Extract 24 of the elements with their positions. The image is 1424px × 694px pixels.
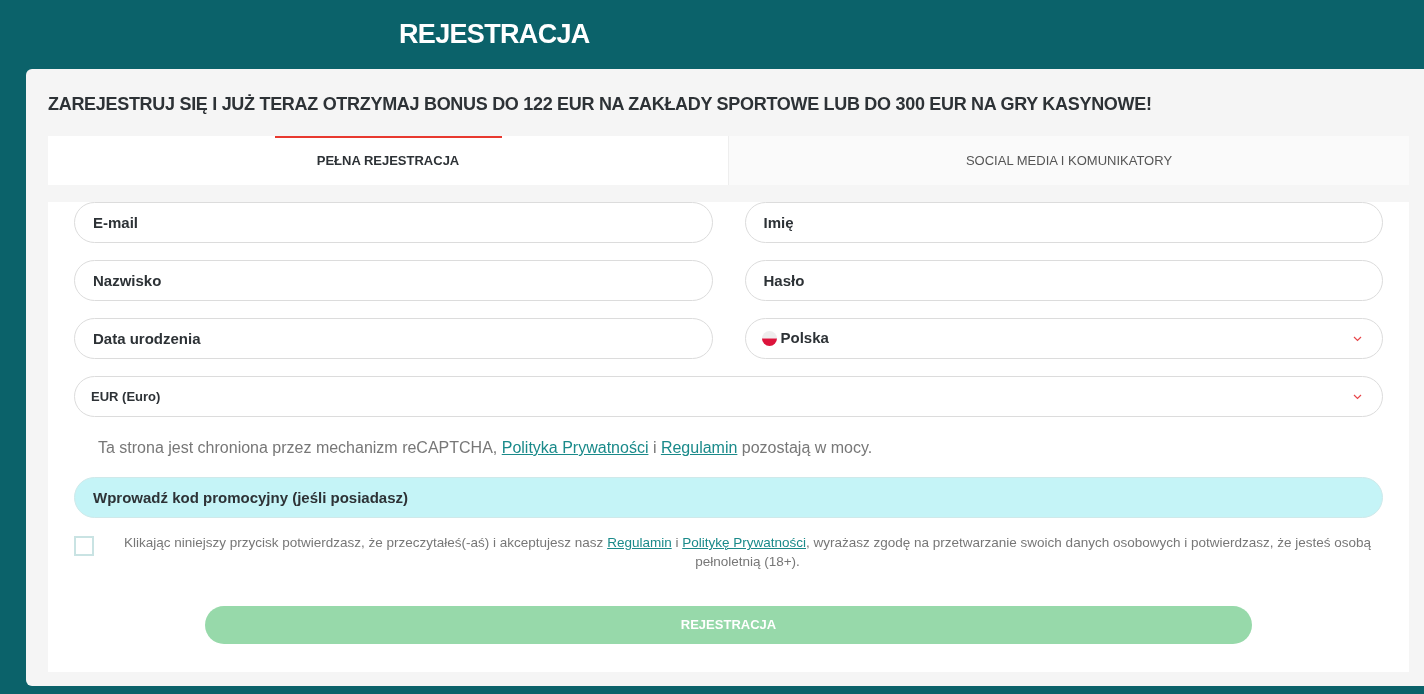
- page-title: REJESTRACJA: [399, 18, 590, 52]
- select-field[interactable]: EUR (Euro): [74, 376, 1383, 417]
- consent-text: Klikając niniejszy przycisk potwierdzasz, że przeczytałeś(-aś) i akceptujesz nasz Regulamin i Politykę Prywatności, wyrażasz zgodę na przetwarzanie swoich danych osobowych i potwierdzasz, że jesteś osobą pełnoletnią (18+).: [122, 534, 1373, 571]
- flag-icon: [761, 331, 777, 346]
- tab[interactable]: SOCIAL MEDIA I KOMUNIKATORY: [728, 136, 1409, 185]
- input-field[interactable]: Nazwisko: [74, 260, 713, 301]
- consent-checkbox[interactable]: [74, 536, 94, 556]
- policy-link[interactable]: Politykę Prywatności: [682, 535, 806, 550]
- input-field[interactable]: Data urodzenia: [74, 318, 713, 359]
- input-field[interactable]: Imię: [744, 202, 1383, 243]
- promo-code-field[interactable]: Wprowadź kod promocyjny (jeśli posiadasz): [74, 477, 1383, 518]
- select-value: EUR (Euro): [91, 387, 161, 406]
- input-field[interactable]: E-mail: [74, 202, 713, 243]
- policy-link[interactable]: Regulamin: [607, 535, 672, 550]
- chevron-down-icon: [1353, 335, 1362, 342]
- bonus-headline: ZAREJESTRUJ SIĘ I JUŻ TERAZ OTRZYMAJ BONUS DO 122 EUR NA ZAKŁADY SPORTOWE LUB DO 300 EUR NA GRY KASYNOWE!: [48, 93, 1153, 116]
- recaptcha-notice: Ta strona jest chroniona przez mechanizm reCAPTCHA, Polityka Prywatności i Regulamin pozostają w mocy.: [97, 438, 874, 458]
- chevron-down-icon: [1353, 393, 1362, 400]
- select-field[interactable]: Polska: [744, 318, 1383, 359]
- select-value: Polska: [780, 328, 829, 349]
- input-field[interactable]: Hasło: [744, 260, 1383, 301]
- policy-link[interactable]: Regulamin: [660, 439, 738, 456]
- policy-link[interactable]: Polityka Prywatności: [501, 439, 649, 456]
- tab[interactable]: PEŁNA REJESTRACJA: [48, 136, 728, 185]
